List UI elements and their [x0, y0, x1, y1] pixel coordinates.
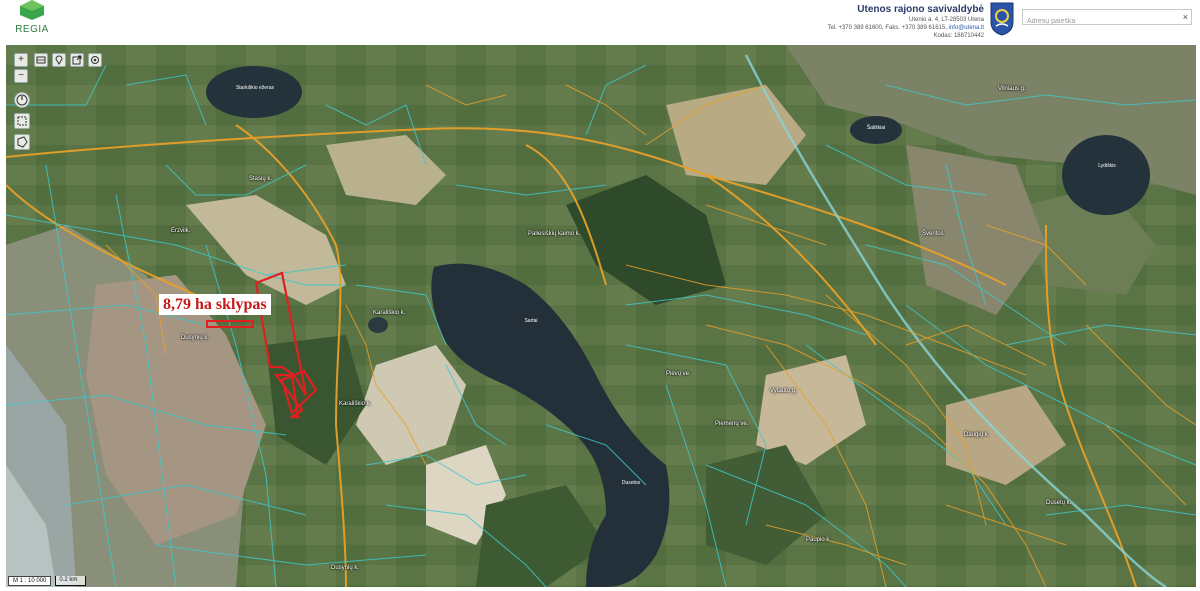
zoom-in-button[interactable]: + [14, 53, 28, 67]
measure-button[interactable] [14, 113, 30, 129]
municipality-address: Utenio a. 4, LT-28503 Utena [909, 17, 984, 23]
municipality-info: Utenos rajono savivaldybė Utenio a. 4, L… [827, 4, 984, 40]
zoom-out-button[interactable]: − [14, 69, 28, 83]
location-pin-button[interactable] [52, 53, 66, 67]
municipality-contacts: Tel. +370 389 61600, Faks. +370 389 6161… [827, 24, 984, 32]
municipality-phone: Tel. +370 389 61600, Faks. +370 389 6161… [827, 25, 947, 31]
lydiskis-lake-label: Lydiškis [1098, 163, 1116, 169]
lydiskis-lake-shape [1062, 135, 1150, 215]
piemenu-street-label: Piemenų ve. [715, 421, 749, 427]
stasiu-village-label: Stasių k. [249, 176, 273, 182]
map-terrain [6, 45, 1196, 587]
orthophoto-map[interactable]: Starkiškio ežeras Stasių k. Ėrzvilk. Dus… [6, 45, 1196, 587]
polygon-select-button[interactable] [14, 134, 30, 150]
map-layers-icon [36, 56, 46, 64]
dusyniu-village-label-1: Dusynių k. [181, 335, 210, 341]
map-layers-button[interactable] [34, 53, 48, 67]
address-search-input[interactable] [1023, 15, 1175, 28]
export-button[interactable] [70, 53, 84, 67]
saliskiai-label: Šališkiai [866, 125, 886, 131]
export-icon [72, 55, 82, 65]
municipality-code: Kodas: 188710442 [933, 33, 984, 39]
paupio-label: Paupio k. [806, 537, 832, 543]
compass-button[interactable] [14, 92, 30, 108]
erzvilkas-label: Ėrzvilk. [171, 228, 191, 234]
pievu-street-label: Pievų ve. [666, 371, 691, 377]
municipality-name: Utenos rajono savivaldybė [857, 4, 984, 15]
plot-area-label: 8,79 ha sklypas [159, 294, 271, 315]
scale-ratio: M 1 : 10 000 [8, 576, 52, 586]
address-search: × [1022, 9, 1192, 28]
search-clear-icon[interactable]: × [1183, 10, 1188, 24]
vytauto-street-label: Vytauto g. [770, 388, 797, 394]
target-button[interactable] [88, 53, 102, 67]
starkis-lake-shape [206, 66, 302, 118]
scale-bar: M 1 : 10 000 0.2 km [8, 576, 87, 586]
vilniaus-street-label: Vilniaus g. [998, 86, 1026, 92]
coat-of-arms-icon [990, 2, 1014, 36]
sventos-label: Šventos [922, 231, 944, 237]
main-lake-label-2: Dusetos [621, 480, 641, 486]
regia-logo[interactable]: REGIA [14, 0, 50, 40]
municipality-email-link[interactable]: info@utena.lt [949, 25, 984, 31]
main-lake-label: Sartai [524, 318, 538, 324]
starkis-lake-label: Starkiškio ežeras [235, 85, 275, 91]
dusetu-village-label: Dusetų k. [1046, 500, 1072, 506]
compass-icon [16, 94, 28, 106]
polygon-select-icon [17, 136, 28, 148]
dusyniu-village-label-2: Dusynių k. [331, 565, 360, 571]
scale-distance: 0.2 km [55, 576, 87, 586]
daugiu-label: Daugių k. [964, 432, 990, 438]
logo-text: REGIA [15, 24, 49, 35]
location-pin-icon [55, 55, 63, 65]
karaliskio-village-label-2: Karališkio k. [339, 401, 372, 407]
regia-logo-icon [20, 0, 44, 20]
measure-icon [17, 116, 27, 126]
target-icon [91, 56, 99, 64]
app-header: REGIA Utenos rajono savivaldybė Utenio a… [0, 0, 1200, 45]
karaliskio-village-label-1: Karališkio k. [373, 310, 406, 316]
paliesiskiu-label: Paliesiškių kaimo k. [528, 231, 581, 237]
